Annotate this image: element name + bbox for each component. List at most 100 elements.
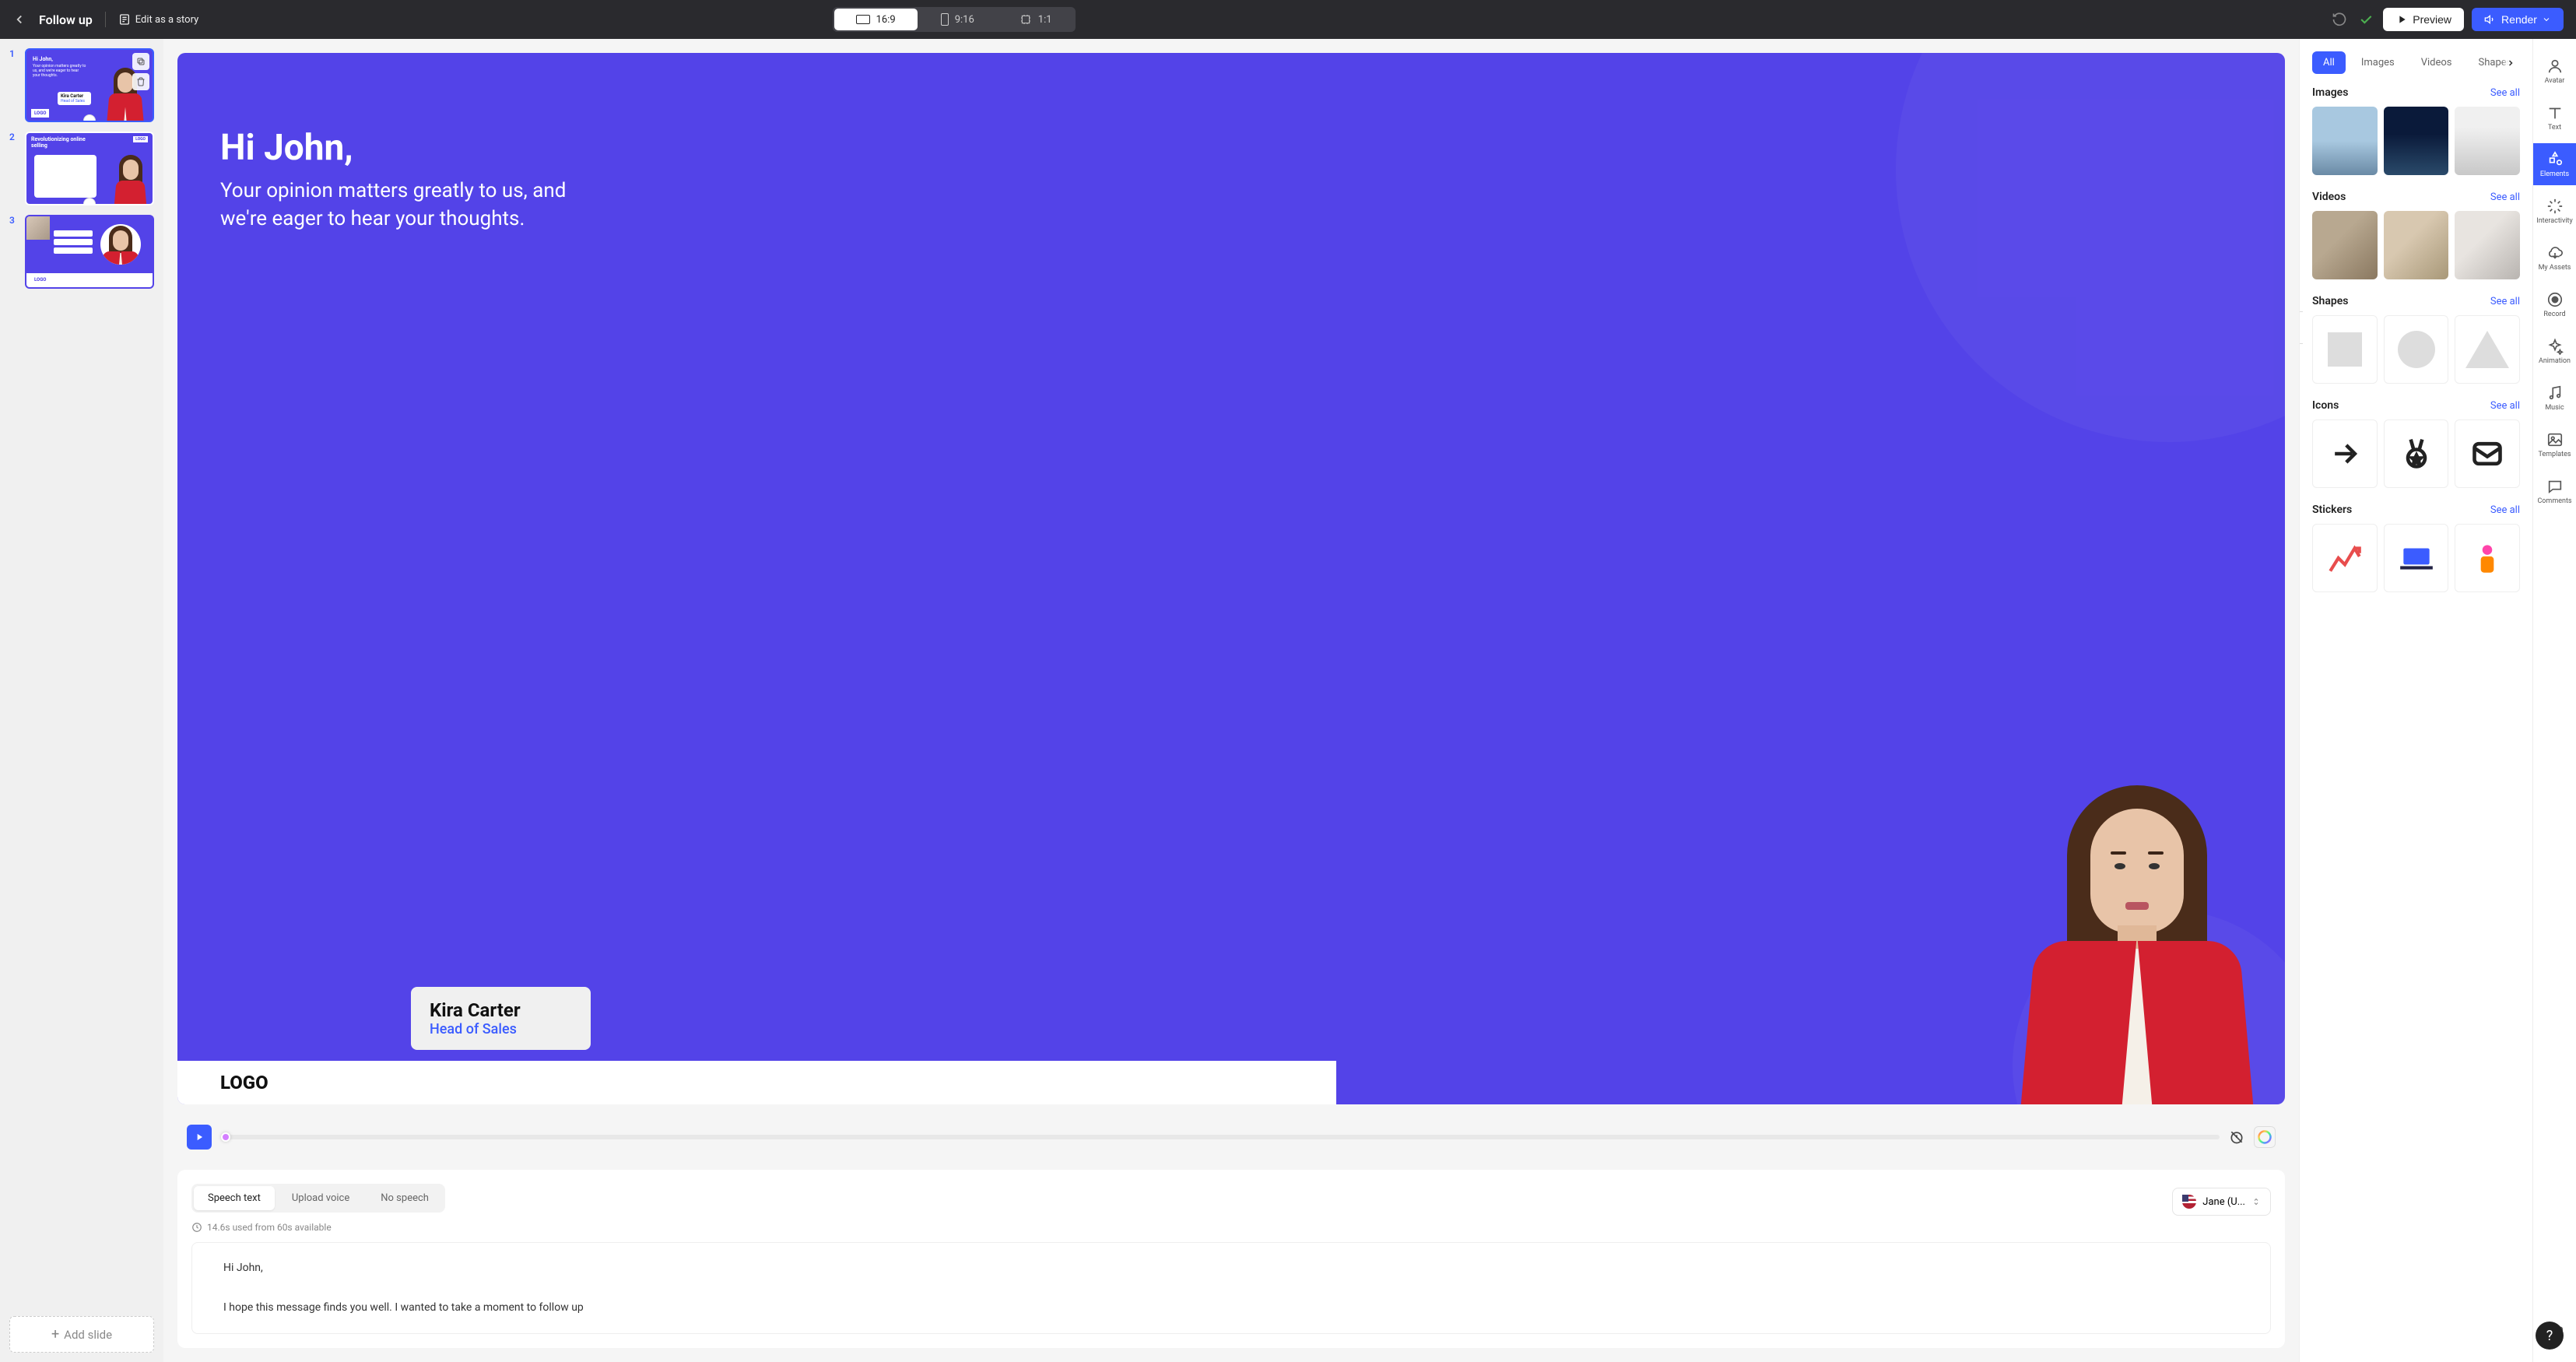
elements-panel: All Images Videos Shapes Icons Images Se… <box>2299 39 2532 1362</box>
sticker-person[interactable] <box>2455 524 2520 592</box>
speaker-icon <box>2484 13 2497 26</box>
edit-as-story-button[interactable]: Edit as a story <box>118 13 198 26</box>
filter-scroll-right[interactable] <box>2501 51 2520 74</box>
clock-icon <box>191 1222 202 1233</box>
stickers-see-all[interactable]: See all <box>2490 504 2520 516</box>
chevron-down-icon <box>2542 15 2551 24</box>
edit-as-story-label: Edit as a story <box>135 14 198 26</box>
divider <box>105 12 106 27</box>
tool-comments[interactable]: Comments <box>2533 470 2576 512</box>
tool-avatar[interactable]: Avatar <box>2533 50 2576 92</box>
aspect-16-9-tab[interactable]: 16:9 <box>834 9 918 30</box>
slide-1[interactable]: 1 Hi John, Your opinion matters greatly … <box>9 48 154 122</box>
page-title: Follow up <box>39 12 93 27</box>
progress-knob[interactable] <box>221 1132 230 1142</box>
music-icon <box>2546 384 2564 402</box>
preview-button[interactable]: Preview <box>2383 8 2464 31</box>
tool-record[interactable]: Record <box>2533 283 2576 325</box>
slide-2-thumb[interactable]: Revolutionizing online selling LOGO <box>25 132 154 205</box>
tool-animation[interactable]: Animation <box>2533 330 2576 372</box>
aspect-ratio-tabs: 16:9 9:16 1:1 <box>833 7 1076 32</box>
tool-music[interactable]: Music <box>2533 377 2576 419</box>
sticker-laptop[interactable] <box>2384 524 2449 592</box>
collapse-panel-button[interactable] <box>2299 311 2303 344</box>
video-asset[interactable] <box>2455 211 2520 279</box>
elements-icon <box>2546 151 2564 168</box>
tool-text[interactable]: Text <box>2533 97 2576 139</box>
tool-elements[interactable]: Elements <box>2533 143 2576 185</box>
avatar-figure[interactable] <box>2013 778 2262 1104</box>
canvas-area: Hi John, Your opinion matters greatly to… <box>163 39 2299 1362</box>
square-icon <box>1020 13 1032 26</box>
slide-1-thumb[interactable]: Hi John, Your opinion matters greatly to… <box>25 48 154 122</box>
speech-text-tab[interactable]: Speech text <box>194 1186 275 1210</box>
aspect-9-16-tab[interactable]: 9:16 <box>919 9 996 30</box>
canvas-text-block[interactable]: Hi John, Your opinion matters greatly to… <box>220 127 609 233</box>
upload-voice-tab[interactable]: Upload voice <box>278 1186 363 1210</box>
canvas-title: Hi John, <box>220 127 609 169</box>
image-asset[interactable] <box>2455 107 2520 175</box>
video-asset[interactable] <box>2312 211 2378 279</box>
presenter-name: Kira Carter <box>430 999 521 1021</box>
speech-mode-tabs: Speech text Upload voice No speech <box>191 1184 445 1213</box>
text-icon <box>2546 104 2564 121</box>
filter-images[interactable]: Images <box>2350 51 2406 74</box>
filter-all[interactable]: All <box>2312 51 2346 74</box>
sticker-chart[interactable] <box>2312 524 2378 592</box>
add-slide-button[interactable]: + Add slide <box>9 1316 154 1353</box>
icons-see-all[interactable]: See all <box>2490 400 2520 412</box>
shape-circle[interactable] <box>2384 315 2449 384</box>
image-asset[interactable] <box>2384 107 2449 175</box>
shape-triangle[interactable] <box>2455 315 2520 384</box>
canvas[interactable]: Hi John, Your opinion matters greatly to… <box>177 53 2285 1104</box>
slides-panel: 1 Hi John, Your opinion matters greatly … <box>0 39 163 1362</box>
name-card[interactable]: Kira Carter Head of Sales <box>411 987 591 1050</box>
delete-slide-button[interactable] <box>132 73 149 90</box>
video-asset[interactable] <box>2384 211 2449 279</box>
slide-3[interactable]: 3 LOGO <box>9 215 154 289</box>
logo[interactable]: LOGO <box>220 1072 268 1093</box>
color-picker-button[interactable] <box>2254 1126 2276 1148</box>
play-icon <box>2395 13 2408 26</box>
icon-medal[interactable] <box>2384 419 2449 488</box>
progress-bar[interactable] <box>221 1135 2220 1139</box>
speech-text-editor[interactable]: Hi John, I hope this message finds you w… <box>191 1242 2271 1334</box>
us-flag-icon <box>2182 1195 2196 1209</box>
render-button[interactable]: Render <box>2472 8 2564 31</box>
tool-templates[interactable]: Templates <box>2533 423 2576 465</box>
timer-off-icon[interactable] <box>2229 1129 2244 1145</box>
videos-see-all[interactable]: See all <box>2490 191 2520 203</box>
loop-icon <box>83 198 96 205</box>
videos-section: Videos See all <box>2312 191 2520 279</box>
undo-button[interactable] <box>2330 10 2349 29</box>
tool-interactivity[interactable]: Interactivity <box>2533 190 2576 232</box>
avatar-icon <box>2546 58 2564 75</box>
duplicate-slide-button[interactable] <box>132 53 149 70</box>
canvas-body: Your opinion matters greatly to us, and … <box>220 177 609 233</box>
filter-videos[interactable]: Videos <box>2410 51 2463 74</box>
slide-3-thumb[interactable]: LOGO <box>25 215 154 289</box>
comment-icon <box>2546 478 2564 495</box>
top-bar: Follow up Edit as a story 16:9 9:16 1:1 <box>0 0 2576 39</box>
voice-selector[interactable]: Jane (U... <box>2172 1188 2271 1216</box>
play-button[interactable] <box>187 1125 212 1150</box>
help-button[interactable]: ? <box>2536 1322 2564 1350</box>
no-speech-tab[interactable]: No speech <box>367 1186 443 1210</box>
icons-section: Icons See all <box>2312 399 2520 488</box>
record-icon <box>2546 291 2564 308</box>
image-asset[interactable] <box>2312 107 2378 175</box>
aspect-1-1-tab[interactable]: 1:1 <box>998 9 1074 30</box>
tool-my-assets[interactable]: My Assets <box>2533 237 2576 279</box>
images-see-all[interactable]: See all <box>2490 87 2520 99</box>
sort-icon <box>2251 1195 2261 1208</box>
playback-bar <box>177 1118 2285 1156</box>
shapes-see-all[interactable]: See all <box>2490 296 2520 307</box>
shape-square[interactable] <box>2312 315 2378 384</box>
main-area: 1 Hi John, Your opinion matters greatly … <box>0 39 2576 1362</box>
icon-mail[interactable] <box>2455 419 2520 488</box>
back-button[interactable] <box>12 12 26 26</box>
sparkle-icon <box>2546 338 2564 355</box>
logo-strip: LOGO <box>177 1061 1336 1104</box>
slide-2[interactable]: 2 Revolutionizing online selling LOGO <box>9 132 154 205</box>
icon-arrow[interactable] <box>2312 419 2378 488</box>
